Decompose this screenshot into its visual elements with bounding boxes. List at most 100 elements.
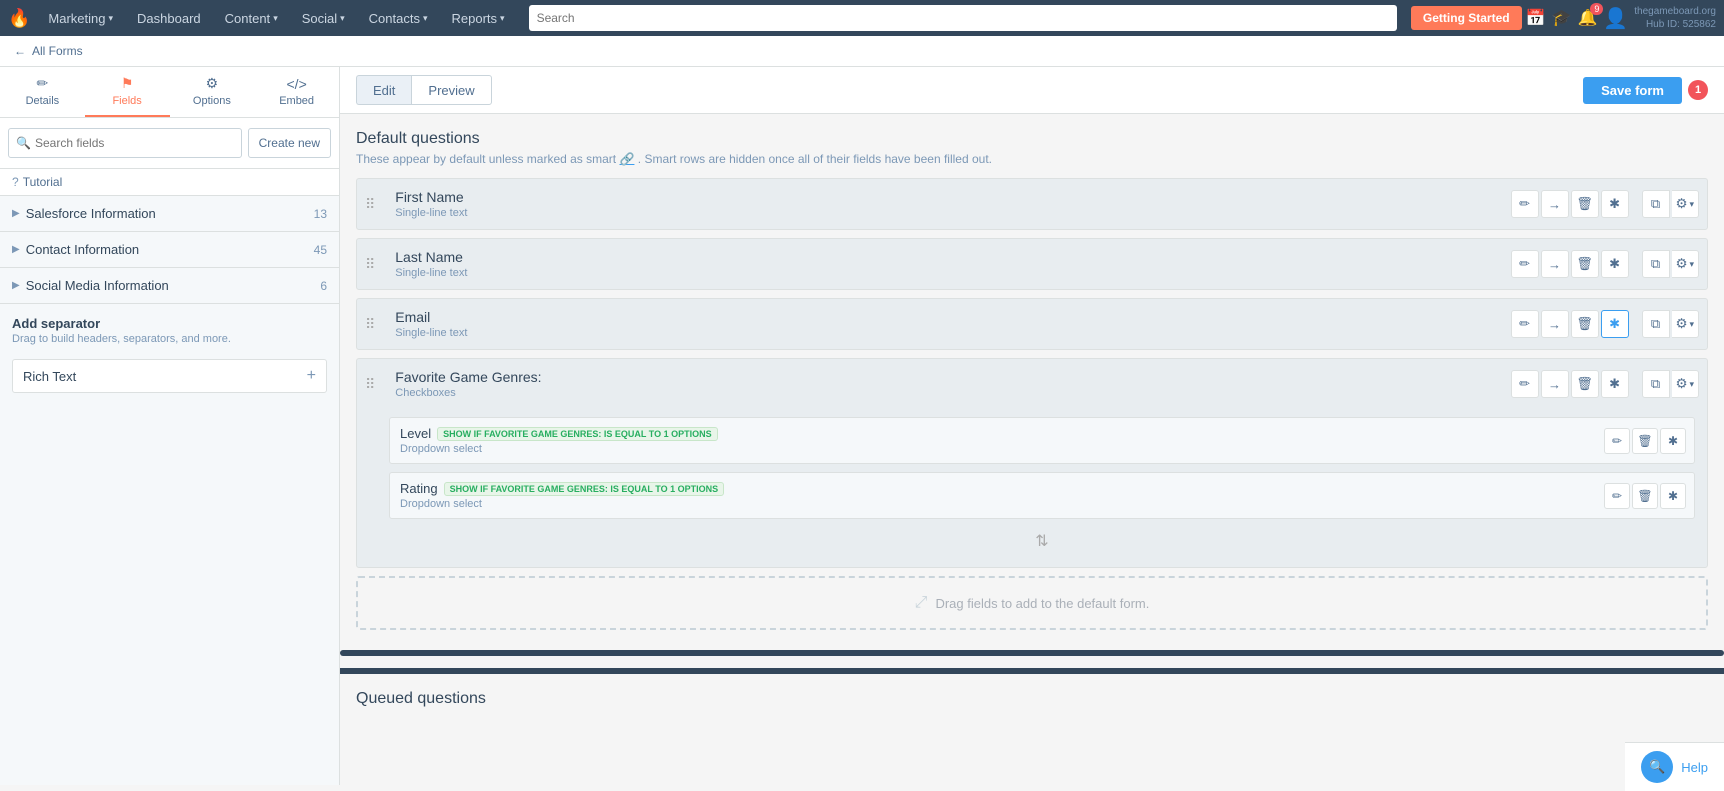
- delete-field-button[interactable]: 🗑: [1571, 190, 1599, 218]
- edit-field-button[interactable]: ✏: [1511, 310, 1539, 338]
- hide-field-button[interactable]: →: [1541, 310, 1569, 338]
- edit-preview-toggle: Edit Preview: [356, 75, 492, 105]
- tab-embed[interactable]: </> Embed: [254, 67, 339, 117]
- copy-field-button[interactable]: ⧉: [1642, 190, 1670, 218]
- nav-content[interactable]: Content ▾: [215, 0, 288, 36]
- field-row-game-genres: ⠿ Favorite Game Genres: Checkboxes ✏ → 🗑…: [356, 358, 1708, 568]
- copy-field-button[interactable]: ⧉: [1642, 370, 1670, 398]
- add-separator-title: Add separator: [12, 316, 327, 331]
- sidebar-tabs: ✏ Details ⚑ Fields ⚙ Options </> Embed: [0, 67, 339, 118]
- delete-nested-button[interactable]: 🗑: [1632, 428, 1658, 454]
- field-actions: ✏ → 🗑 ✱ ⧉ ⚙ ▾: [1503, 239, 1707, 289]
- fields-search-input[interactable]: [8, 128, 242, 158]
- edit-field-button[interactable]: ✏: [1511, 190, 1539, 218]
- field-settings-button[interactable]: ⚙ ▾: [1672, 250, 1699, 278]
- required-field-button[interactable]: ✱: [1601, 310, 1629, 338]
- delete-nested-button[interactable]: 🗑: [1632, 483, 1658, 509]
- pencil-icon: ✏: [37, 75, 49, 92]
- edit-nested-button[interactable]: ✏: [1604, 428, 1630, 454]
- chevron-right-icon: ▶: [12, 280, 20, 291]
- academy-icon[interactable]: 🎓: [1552, 8, 1572, 28]
- nav-social[interactable]: Social ▾: [292, 0, 355, 36]
- hide-field-button[interactable]: →: [1541, 190, 1569, 218]
- sidebar-section-social: ▶ Social Media Information 6: [0, 268, 339, 304]
- delete-field-button[interactable]: 🗑: [1571, 250, 1599, 278]
- field-settings-button[interactable]: ⚙ ▾: [1672, 310, 1699, 338]
- field-actions: ✏ → 🗑 ✱ ⧉ ⚙ ▾: [1503, 299, 1707, 349]
- drag-target-text: Drag fields to add to the default form.: [935, 596, 1149, 611]
- field-settings-button[interactable]: ⚙ ▾: [1672, 190, 1699, 218]
- edit-button[interactable]: Edit: [356, 75, 411, 105]
- required-field-button[interactable]: ✱: [1601, 370, 1629, 398]
- tab-details[interactable]: ✏ Details: [0, 67, 85, 117]
- drag-arrows-icon: ⤢: [915, 594, 928, 612]
- nav-contacts[interactable]: Contacts ▾: [359, 0, 438, 36]
- drag-handle[interactable]: ⠿: [357, 299, 383, 349]
- required-field-button[interactable]: ✱: [1601, 250, 1629, 278]
- edit-field-button[interactable]: ✏: [1511, 370, 1539, 398]
- drag-handle[interactable]: ⠿: [357, 239, 383, 289]
- rich-text-label: Rich Text: [23, 369, 307, 384]
- smart-link[interactable]: 🔗: [619, 152, 634, 166]
- all-forms-link[interactable]: All Forms: [32, 44, 83, 58]
- calendar-icon[interactable]: 📅: [1526, 8, 1546, 28]
- nav-reports[interactable]: Reports ▾: [442, 0, 515, 36]
- drag-handle[interactable]: ⠿: [357, 179, 383, 229]
- chevron-down-icon: ▾: [500, 13, 505, 24]
- social-section-header[interactable]: ▶ Social Media Information 6: [0, 268, 339, 303]
- edit-field-button[interactable]: ✏: [1511, 250, 1539, 278]
- save-form-area: Save form 1: [1583, 77, 1708, 104]
- field-row-last-name: ⠿ Last Name Single-line text ✏ → 🗑 ✱ ⧉ ⚙…: [356, 238, 1708, 290]
- tab-fields[interactable]: ⚑ Fields: [85, 67, 170, 117]
- delete-field-button[interactable]: 🗑: [1571, 370, 1599, 398]
- sidebar-search-row: 🔍 Create new: [0, 118, 339, 169]
- preview-button[interactable]: Preview: [411, 75, 491, 105]
- hide-field-button[interactable]: →: [1541, 250, 1569, 278]
- contact-section-header[interactable]: ▶ Contact Information 45: [0, 232, 339, 267]
- sidebar: ✏ Details ⚑ Fields ⚙ Options </> Embed 🔍: [0, 67, 340, 785]
- sidebar-section-salesforce: ▶ Salesforce Information 13: [0, 196, 339, 232]
- nav-dashboard[interactable]: Dashboard: [127, 0, 211, 36]
- sidebar-section-contact: ▶ Contact Information 45: [0, 232, 339, 268]
- tab-options[interactable]: ⚙ Options: [170, 67, 255, 117]
- content-area: Edit Preview Save form 1 Default questio…: [340, 67, 1724, 785]
- flag-icon: ⚑: [121, 75, 134, 92]
- delete-field-button[interactable]: 🗑: [1571, 310, 1599, 338]
- edit-nested-button[interactable]: ✏: [1604, 483, 1630, 509]
- salesforce-section-header[interactable]: ▶ Salesforce Information 13: [0, 196, 339, 231]
- required-nested-button[interactable]: ✱: [1660, 483, 1686, 509]
- create-new-button[interactable]: Create new: [248, 128, 331, 158]
- field-settings-button[interactable]: ⚙ ▾: [1672, 370, 1699, 398]
- field-row-email: ⠿ Email Single-line text ✏ → 🗑 ✱ ⧉ ⚙ ▾: [356, 298, 1708, 350]
- copy-field-button[interactable]: ⧉: [1642, 250, 1670, 278]
- field-body: First Name Single-line text: [383, 179, 1502, 229]
- field-name: Email: [395, 309, 1490, 325]
- hide-field-button[interactable]: →: [1541, 370, 1569, 398]
- tutorial-link[interactable]: Tutorial: [23, 175, 63, 189]
- save-form-button[interactable]: Save form: [1583, 77, 1682, 104]
- help-search-button[interactable]: 🔍: [1641, 751, 1673, 783]
- gear-icon: ⚙: [206, 75, 219, 92]
- drag-handle[interactable]: ⠿: [357, 376, 383, 393]
- drag-target-area[interactable]: ⤢ Drag fields to add to the default form…: [356, 576, 1708, 630]
- user-avatar[interactable]: 👤: [1603, 6, 1628, 31]
- required-nested-button[interactable]: ✱: [1660, 428, 1686, 454]
- help-link[interactable]: Help: [1681, 760, 1708, 775]
- field-body: Last Name Single-line text: [383, 239, 1502, 289]
- back-arrow-icon: ←: [14, 44, 26, 58]
- add-separator-section: Add separator Drag to build headers, sep…: [0, 304, 339, 351]
- default-questions-title: Default questions: [356, 130, 1708, 148]
- top-nav: 🔥 Marketing ▾ Dashboard Content ▾ Social…: [0, 0, 1724, 36]
- nav-marketing[interactable]: Marketing ▾: [38, 0, 123, 36]
- nav-icon-group: 📅 🎓 🔔 9 👤 thegameboard.org Hub ID: 52586…: [1526, 5, 1716, 31]
- rich-text-row[interactable]: Rich Text +: [12, 359, 327, 393]
- notification-bell[interactable]: 🔔 9: [1577, 8, 1597, 28]
- required-field-button[interactable]: ✱: [1601, 190, 1629, 218]
- field-type: Checkboxes: [395, 387, 1490, 399]
- copy-field-button[interactable]: ⧉: [1642, 310, 1670, 338]
- getting-started-button[interactable]: Getting Started: [1411, 6, 1522, 30]
- search-bar: [529, 5, 1397, 31]
- field-type: Single-line text: [395, 327, 1490, 339]
- search-input[interactable]: [529, 5, 1397, 31]
- brand-logo[interactable]: 🔥: [8, 8, 30, 29]
